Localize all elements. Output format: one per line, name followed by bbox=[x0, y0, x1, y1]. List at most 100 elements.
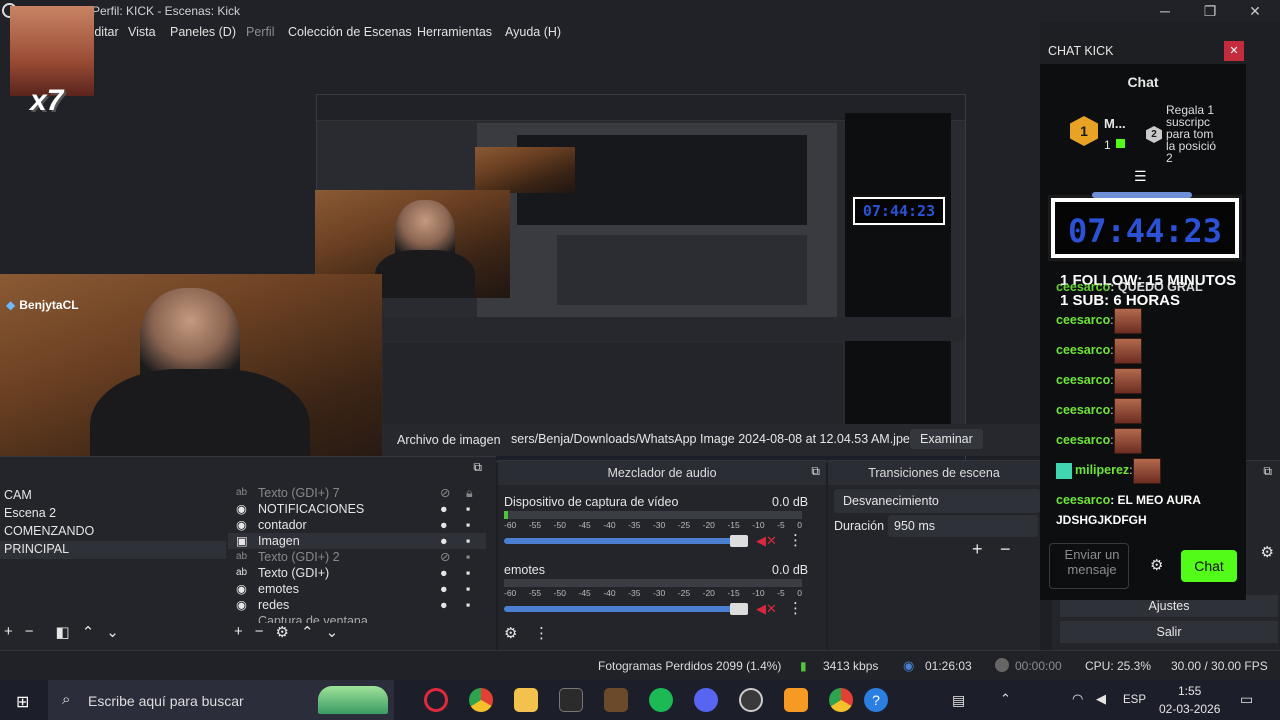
meter-scale: -60 -55 -50 -45 -40 -35 -30 -25 -20 -15 -10 -5 0 bbox=[504, 520, 802, 530]
rec-time: 00:00:00 bbox=[1015, 659, 1062, 673]
windows-start-icon[interactable]: ⊞ bbox=[16, 692, 29, 712]
menu-tools[interactable]: Herramientas bbox=[417, 25, 492, 39]
spotify-icon[interactable] bbox=[649, 688, 673, 712]
maximize-icon[interactable]: ❐ bbox=[1195, 2, 1225, 20]
menu-docks[interactable]: Paneles (D) bbox=[170, 25, 236, 39]
menu-scene-collection[interactable]: Colección de Escenas bbox=[288, 25, 412, 39]
source-item[interactable]: ab Texto (GDI+) ● ▪ bbox=[228, 565, 486, 581]
source-item[interactable]: ◉ NOTIFICACIONES ● ▪ bbox=[228, 501, 486, 517]
help-icon[interactable]: ? bbox=[864, 688, 888, 712]
scene-item[interactable]: CAM bbox=[0, 487, 226, 505]
more-icon[interactable]: ⋮ bbox=[788, 599, 803, 617]
minimize-icon[interactable]: ─ bbox=[1150, 2, 1180, 20]
scene-item-selected[interactable]: PRINCIPAL bbox=[0, 541, 226, 559]
advanced-audio-gear-icon[interactable]: ⚙ bbox=[504, 624, 517, 642]
eye-icon[interactable]: ● bbox=[440, 501, 466, 517]
send-chat-button[interactable]: Chat bbox=[1181, 550, 1237, 582]
clock-date[interactable]: 02-03-2026 bbox=[1159, 702, 1220, 716]
volume-icon[interactable]: ◀ bbox=[1096, 691, 1106, 707]
source-item[interactable]: ◉ emotes ● ▪ bbox=[228, 581, 486, 597]
source-item[interactable]: ◉ redes ● ▪ bbox=[228, 597, 486, 613]
notification-icon[interactable]: ▭ bbox=[1240, 691, 1253, 708]
news-widget-icon[interactable]: ▤ bbox=[952, 692, 965, 709]
remove-transition-icon[interactable]: − bbox=[1000, 539, 1011, 560]
dock-undock-icon[interactable]: ⧉ bbox=[1263, 464, 1272, 479]
eye-icon[interactable]: ● bbox=[440, 597, 466, 613]
add-scene-icon[interactable]: + bbox=[4, 623, 13, 641]
hidden-eye-icon[interactable]: ⊘ bbox=[440, 485, 466, 501]
mixer-menu-icon[interactable]: ⋮ bbox=[534, 624, 549, 642]
lock-icon[interactable]: ▪ bbox=[466, 501, 486, 517]
landscape-illustration-icon bbox=[318, 686, 388, 714]
duration-field[interactable]: 950 ms bbox=[888, 515, 1038, 537]
remove-source-icon[interactable]: − bbox=[255, 623, 264, 641]
exit-button[interactable]: Salir bbox=[1060, 621, 1278, 643]
hidden-eye-icon[interactable]: ⊘ bbox=[440, 549, 466, 565]
lock-icon[interactable]: ▪ bbox=[466, 565, 486, 581]
chat-close-icon[interactable]: ✕ bbox=[1224, 41, 1244, 61]
menu-view[interactable]: Vista bbox=[128, 25, 156, 39]
volume-handle[interactable] bbox=[730, 603, 748, 615]
lock-icon[interactable]: ▪ bbox=[466, 533, 486, 549]
menu-profile[interactable]: Perfil bbox=[246, 25, 274, 39]
lock-icon[interactable]: ▪ bbox=[466, 597, 486, 613]
move-up-icon[interactable]: ⌃ bbox=[301, 623, 314, 641]
obs-icon[interactable] bbox=[739, 688, 763, 712]
clock-time[interactable]: 1:55 bbox=[1178, 684, 1201, 698]
volume-slider[interactable] bbox=[504, 606, 744, 612]
epic-games-icon[interactable] bbox=[559, 688, 583, 712]
bitrate: 3413 kbps bbox=[823, 659, 879, 673]
menu-help[interactable]: Ayuda (H) bbox=[505, 25, 561, 39]
move-down-icon[interactable]: ⌄ bbox=[106, 623, 119, 641]
source-item[interactable]: ab Texto (GDI+) 7 ⊘ 🔒︎ bbox=[228, 485, 486, 501]
mute-icon[interactable]: ◀✕ bbox=[756, 601, 777, 617]
mute-icon[interactable]: ◀✕ bbox=[756, 533, 777, 549]
scene-item[interactable]: Escena 2 bbox=[0, 505, 226, 523]
chat-settings-gear-icon[interactable]: ⚙ bbox=[1150, 556, 1163, 574]
dock-undock-icon[interactable]: ⧉ bbox=[811, 464, 820, 479]
source-item[interactable]: Captura de ventana bbox=[228, 613, 486, 623]
move-up-icon[interactable]: ⌃ bbox=[82, 623, 95, 641]
file-explorer-icon[interactable] bbox=[514, 688, 538, 712]
chat-input[interactable]: Enviar un mensaje bbox=[1049, 543, 1129, 589]
eye-icon[interactable]: ● bbox=[440, 565, 466, 581]
eye-icon[interactable]: ● bbox=[440, 533, 466, 549]
taskbar-search[interactable]: ⌕ Escribe aquí para buscar bbox=[48, 680, 394, 720]
transition-select[interactable]: Desvanecimiento bbox=[834, 489, 1040, 513]
dock-undock-icon[interactable]: ⧉ bbox=[473, 460, 482, 475]
lock-icon[interactable]: ▪ bbox=[466, 581, 486, 597]
more-icon[interactable]: ⋮ bbox=[788, 531, 803, 549]
scene-item[interactable]: COMENZANDO bbox=[0, 523, 226, 541]
studio-settings-gear-icon[interactable]: ⚙ bbox=[1261, 543, 1274, 561]
source-item[interactable]: ab Texto (GDI+) 2 ⊘ ▪ bbox=[228, 549, 486, 565]
collapse-icon[interactable]: ☰ bbox=[1134, 168, 1147, 185]
move-down-icon[interactable]: ⌄ bbox=[326, 623, 339, 641]
add-transition-icon[interactable]: + bbox=[972, 539, 983, 560]
lock-icon[interactable]: ▪ bbox=[466, 517, 486, 533]
chrome-alt-icon[interactable] bbox=[829, 688, 853, 712]
lock-icon[interactable]: ▪ bbox=[466, 549, 486, 565]
language-indicator[interactable]: ESP bbox=[1123, 694, 1146, 706]
minecraft-icon[interactable] bbox=[604, 688, 628, 712]
preview-canvas[interactable]: 07:44:23 x7 ◆ BenjytaCL bbox=[0, 6, 1040, 488]
lock-icon[interactable]: 🔒︎ bbox=[466, 485, 486, 501]
filter-icon[interactable]: ◧ bbox=[56, 623, 70, 641]
opera-icon[interactable] bbox=[424, 688, 448, 712]
volume-handle[interactable] bbox=[730, 535, 748, 547]
network-icon[interactable]: ◠ bbox=[1072, 691, 1083, 707]
eye-icon[interactable]: ● bbox=[440, 517, 466, 533]
gear-icon[interactable]: ⚙ bbox=[276, 623, 289, 641]
chrome-icon[interactable] bbox=[469, 688, 493, 712]
windows-taskbar: ⊞ ⌕ Escribe aquí para buscar ? ▤ ⌃ ◠ ◀ E… bbox=[0, 680, 1280, 720]
eye-icon[interactable]: ● bbox=[440, 581, 466, 597]
remove-scene-icon[interactable]: − bbox=[25, 623, 34, 641]
source-item-selected[interactable]: ▣ Imagen ● ▪ bbox=[228, 533, 486, 549]
sublime-icon[interactable] bbox=[784, 688, 808, 712]
discord-icon[interactable] bbox=[694, 688, 718, 712]
source-item[interactable]: ◉ contador ● ▪ bbox=[228, 517, 486, 533]
tray-chevron-icon[interactable]: ⌃ bbox=[1000, 691, 1011, 707]
browse-button[interactable]: Examinar bbox=[910, 429, 983, 449]
volume-slider[interactable] bbox=[504, 538, 744, 544]
close-window-icon[interactable]: ✕ bbox=[1240, 2, 1270, 20]
add-source-icon[interactable]: + bbox=[234, 623, 243, 641]
